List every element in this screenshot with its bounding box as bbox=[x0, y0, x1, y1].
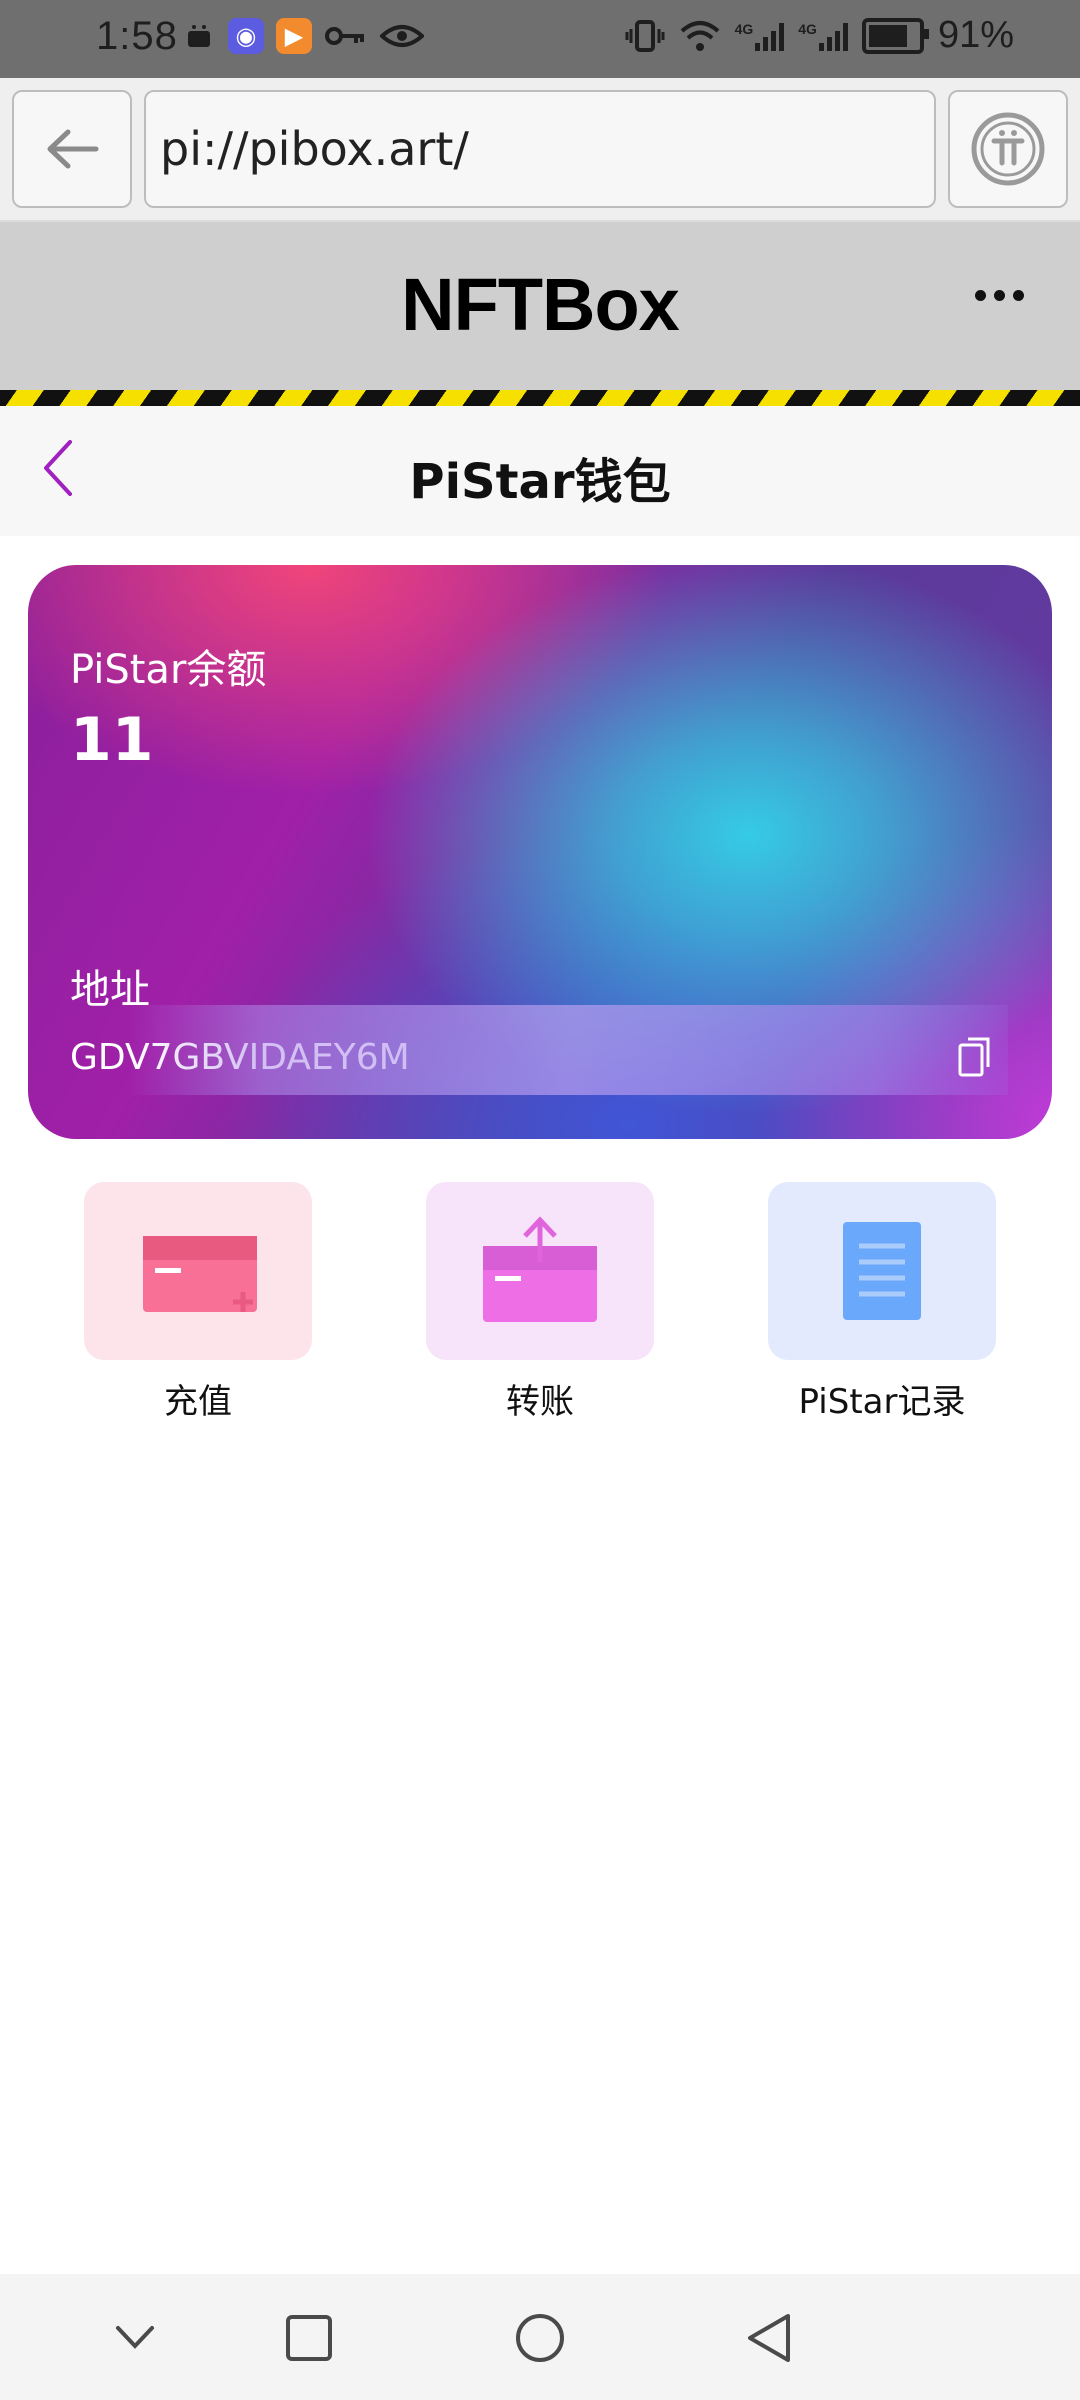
recharge-tile[interactable] bbox=[84, 1182, 312, 1360]
transfer-tile[interactable] bbox=[426, 1182, 654, 1360]
status-right: 4G 4G 91% bbox=[625, 14, 1014, 57]
record-tile[interactable] bbox=[768, 1182, 996, 1360]
notification-icons: ◉ ▶ bbox=[182, 18, 424, 54]
eye-icon bbox=[380, 25, 424, 47]
home-circle-icon[interactable] bbox=[514, 2312, 566, 2364]
record-label: PiStar记录 bbox=[798, 1382, 966, 1422]
url-field[interactable]: pi://pibox.art/ bbox=[144, 90, 936, 208]
eye-app-icon: ◉ bbox=[228, 18, 264, 54]
pi-logo-icon bbox=[971, 112, 1045, 186]
transfer-label: 转账 bbox=[506, 1382, 574, 1422]
network-type-label: 4G bbox=[734, 20, 754, 37]
signal-icon bbox=[818, 21, 848, 51]
balance-value: 11 bbox=[70, 705, 154, 775]
recharge-action[interactable]: 充值 bbox=[84, 1182, 312, 1423]
recents-square-icon[interactable] bbox=[285, 2314, 333, 2362]
chevron-down-icon[interactable] bbox=[114, 2322, 156, 2352]
page-title: PiStar钱包 bbox=[409, 454, 671, 510]
wifi-icon bbox=[680, 20, 719, 51]
network-type-label: 4G bbox=[798, 20, 817, 37]
signal-icon bbox=[755, 21, 785, 51]
status-bar: 1:58 ◉ ▶ 4G 4G 91% bbox=[0, 0, 1080, 78]
recharge-label: 充值 bbox=[164, 1382, 232, 1422]
more-dots-icon[interactable] bbox=[975, 290, 1024, 301]
key-icon bbox=[325, 27, 364, 45]
wallet-card: PiStar余额 11 地址 GDV7GBVIDAEY6M bbox=[28, 565, 1052, 1139]
record-action[interactable]: PiStar记录 bbox=[768, 1182, 996, 1423]
browser-back-button[interactable] bbox=[12, 90, 132, 208]
app-header: NFTBox bbox=[0, 222, 1080, 390]
transfer-card-icon bbox=[483, 1216, 597, 1322]
copy-address-button[interactable] bbox=[958, 1037, 992, 1081]
back-triangle-icon[interactable] bbox=[744, 2312, 794, 2364]
page-nav: PiStar钱包 bbox=[0, 406, 1080, 536]
arrow-left-icon bbox=[47, 129, 99, 169]
address-redaction bbox=[128, 1005, 1008, 1095]
play-app-icon: ▶ bbox=[276, 18, 312, 54]
app-title: NFTBox bbox=[401, 263, 680, 346]
android-robot-icon bbox=[188, 25, 210, 47]
status-time: 1:58 bbox=[96, 14, 178, 58]
recharge-card-icon bbox=[143, 1236, 257, 1312]
hazard-stripe bbox=[0, 390, 1080, 406]
battery-icon bbox=[861, 17, 929, 54]
vibrate-icon bbox=[625, 19, 665, 52]
pi-browser-button[interactable] bbox=[948, 90, 1068, 208]
record-document-icon bbox=[843, 1222, 921, 1320]
copy-icon bbox=[958, 1037, 990, 1077]
battery-percent: 91% bbox=[937, 14, 1014, 56]
transfer-action[interactable]: 转账 bbox=[426, 1182, 654, 1423]
browser-toolbar: pi://pibox.art/ bbox=[0, 78, 1080, 222]
balance-label: PiStar余额 bbox=[70, 647, 267, 693]
system-nav-bar bbox=[0, 2274, 1080, 2400]
